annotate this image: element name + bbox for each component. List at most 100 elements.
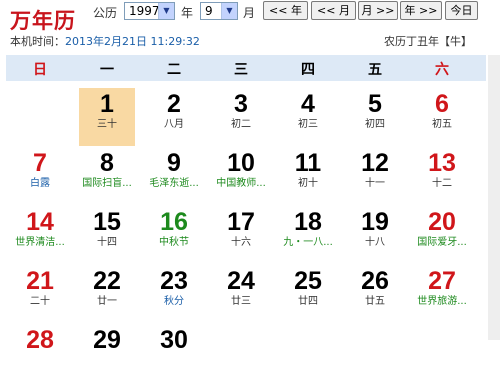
chevron-down-icon[interactable]: ▼	[221, 3, 237, 19]
day-cell[interactable]: 23 秋分	[146, 265, 202, 323]
day-number: 5	[368, 90, 382, 118]
next-month-button[interactable]: 月 >>	[358, 1, 398, 20]
day-number: 7	[33, 149, 47, 177]
weekday-header: 日一二三四五六	[6, 55, 486, 81]
calendar-grid: 日一二三四五六 1 三十 2 八月 3 初二 4 初三 5 初四 6 初五 7 白露 8 国际扫盲... 9 毛泽…	[6, 55, 486, 354]
day-number: 10	[227, 149, 255, 177]
weekday-2: 二	[167, 62, 181, 78]
day-lunar-label: 三十	[97, 119, 117, 130]
day-cell[interactable]: 15 十四	[79, 206, 135, 264]
day-number: 30	[160, 326, 188, 354]
day-cell[interactable]: 14 世界清洁...	[12, 206, 68, 264]
day-number: 6	[435, 90, 449, 118]
day-lunar-label: 初五	[432, 119, 452, 130]
day-number: 18	[294, 208, 322, 236]
month-label: 月	[243, 6, 256, 20]
weekday-6: 六	[435, 62, 449, 78]
day-lunar-label: 廿一	[97, 296, 117, 307]
day-cell[interactable]: 18 九・一八...	[280, 206, 336, 264]
gongli-label: 公历	[93, 6, 118, 20]
weekday-3: 三	[234, 62, 248, 78]
prev-year-button[interactable]: << 年	[263, 1, 308, 20]
day-lunar-label: 廿五	[365, 296, 385, 307]
day-lunar-label: 白露	[30, 178, 50, 189]
day-cell[interactable]: 28	[12, 324, 68, 382]
day-cell[interactable]: 8 国际扫盲...	[79, 147, 135, 205]
day-number: 21	[26, 267, 54, 295]
day-number: 25	[294, 267, 322, 295]
day-number: 4	[301, 90, 315, 118]
lunar-year: 农历丁丑年【牛】	[384, 35, 472, 48]
day-number: 16	[160, 208, 188, 236]
day-cell[interactable]: 12 十一	[347, 147, 403, 205]
day-number: 12	[361, 149, 389, 177]
day-lunar-label: 初三	[298, 119, 318, 130]
day-cell[interactable]: 27 世界旅游...	[414, 265, 470, 323]
day-cell[interactable]: 25 廿四	[280, 265, 336, 323]
year-label: 年	[181, 6, 194, 20]
day-number: 26	[361, 267, 389, 295]
day-cell[interactable]: 17 十六	[213, 206, 269, 264]
day-lunar-label: 秋分	[164, 296, 184, 307]
weekday-4: 四	[301, 62, 315, 78]
day-number: 9	[167, 149, 181, 177]
day-cell[interactable]: 3 初二	[213, 88, 269, 146]
today-button[interactable]: 今日	[445, 1, 478, 20]
day-cell[interactable]: 21 二十	[12, 265, 68, 323]
local-time-value: 2013年2月21日 11:29:32	[65, 35, 200, 48]
day-cell[interactable]: 24 廿三	[213, 265, 269, 323]
day-lunar-label: 中秋节	[159, 237, 189, 248]
day-lunar-label: 十四	[97, 237, 117, 248]
day-number: 20	[428, 208, 456, 236]
day-cell[interactable]: 11 初十	[280, 147, 336, 205]
month-select[interactable]: 9 ▼	[200, 2, 238, 20]
day-cell[interactable]: 6 初五	[414, 88, 470, 146]
calendar-toolbar: 万年历 公历 1997 ▼ 年 9 ▼ 月 << 年 << 月 月 >> 年 >…	[0, 0, 500, 52]
day-lunar-label: 国际爱牙...	[417, 237, 467, 248]
scrollbar[interactable]	[488, 55, 500, 340]
weekday-5: 五	[368, 62, 382, 78]
chevron-down-icon[interactable]: ▼	[158, 3, 174, 19]
local-time-label: 本机时间：	[10, 35, 65, 48]
day-number: 22	[93, 267, 121, 295]
day-cell[interactable]: 9 毛泽东逝...	[146, 147, 202, 205]
day-cell[interactable]: 4 初三	[280, 88, 336, 146]
day-lunar-label: 初十	[298, 178, 318, 189]
day-cell[interactable]: 2 八月	[146, 88, 202, 146]
day-number: 11	[294, 149, 322, 177]
day-cell[interactable]: 1 三十	[79, 88, 135, 146]
day-cell[interactable]: 19 十八	[347, 206, 403, 264]
month-select-value: 9	[205, 4, 213, 18]
day-lunar-label: 十六	[231, 237, 251, 248]
day-lunar-label: 十一	[365, 178, 385, 189]
day-cell[interactable]: 16 中秋节	[146, 206, 202, 264]
day-number: 14	[26, 208, 54, 236]
weekday-0: 日	[33, 62, 47, 78]
day-lunar-label: 九・一八...	[283, 237, 333, 248]
day-cell[interactable]: 20 国际爱牙...	[414, 206, 470, 264]
app-logo: 万年历	[10, 8, 76, 33]
day-lunar-label: 十八	[365, 237, 385, 248]
prev-month-button[interactable]: << 月	[311, 1, 356, 20]
year-select-value: 1997	[129, 4, 160, 18]
day-number: 2	[167, 90, 181, 118]
day-number: 17	[227, 208, 255, 236]
day-number: 29	[93, 326, 121, 354]
day-cell[interactable]: 29	[79, 324, 135, 382]
year-select[interactable]: 1997 ▼	[124, 2, 175, 20]
day-lunar-label: 初二	[231, 119, 251, 130]
next-year-button[interactable]: 年 >>	[400, 1, 442, 20]
day-lunar-label: 世界清洁...	[15, 237, 65, 248]
day-number: 8	[100, 149, 114, 177]
day-lunar-label: 二十	[30, 296, 50, 307]
day-lunar-label: 初四	[365, 119, 385, 130]
day-cell[interactable]: 30	[146, 324, 202, 382]
day-cell[interactable]: 10 中国教师...	[213, 147, 269, 205]
day-cell[interactable]: 26 廿五	[347, 265, 403, 323]
day-cell[interactable]: 7 白露	[12, 147, 68, 205]
day-cell[interactable]: 22 廿一	[79, 265, 135, 323]
day-cell[interactable]: 5 初四	[347, 88, 403, 146]
day-lunar-label: 国际扫盲...	[82, 178, 132, 189]
local-time: 本机时间：2013年2月21日 11:29:32	[10, 33, 200, 49]
day-cell[interactable]: 13 十二	[414, 147, 470, 205]
